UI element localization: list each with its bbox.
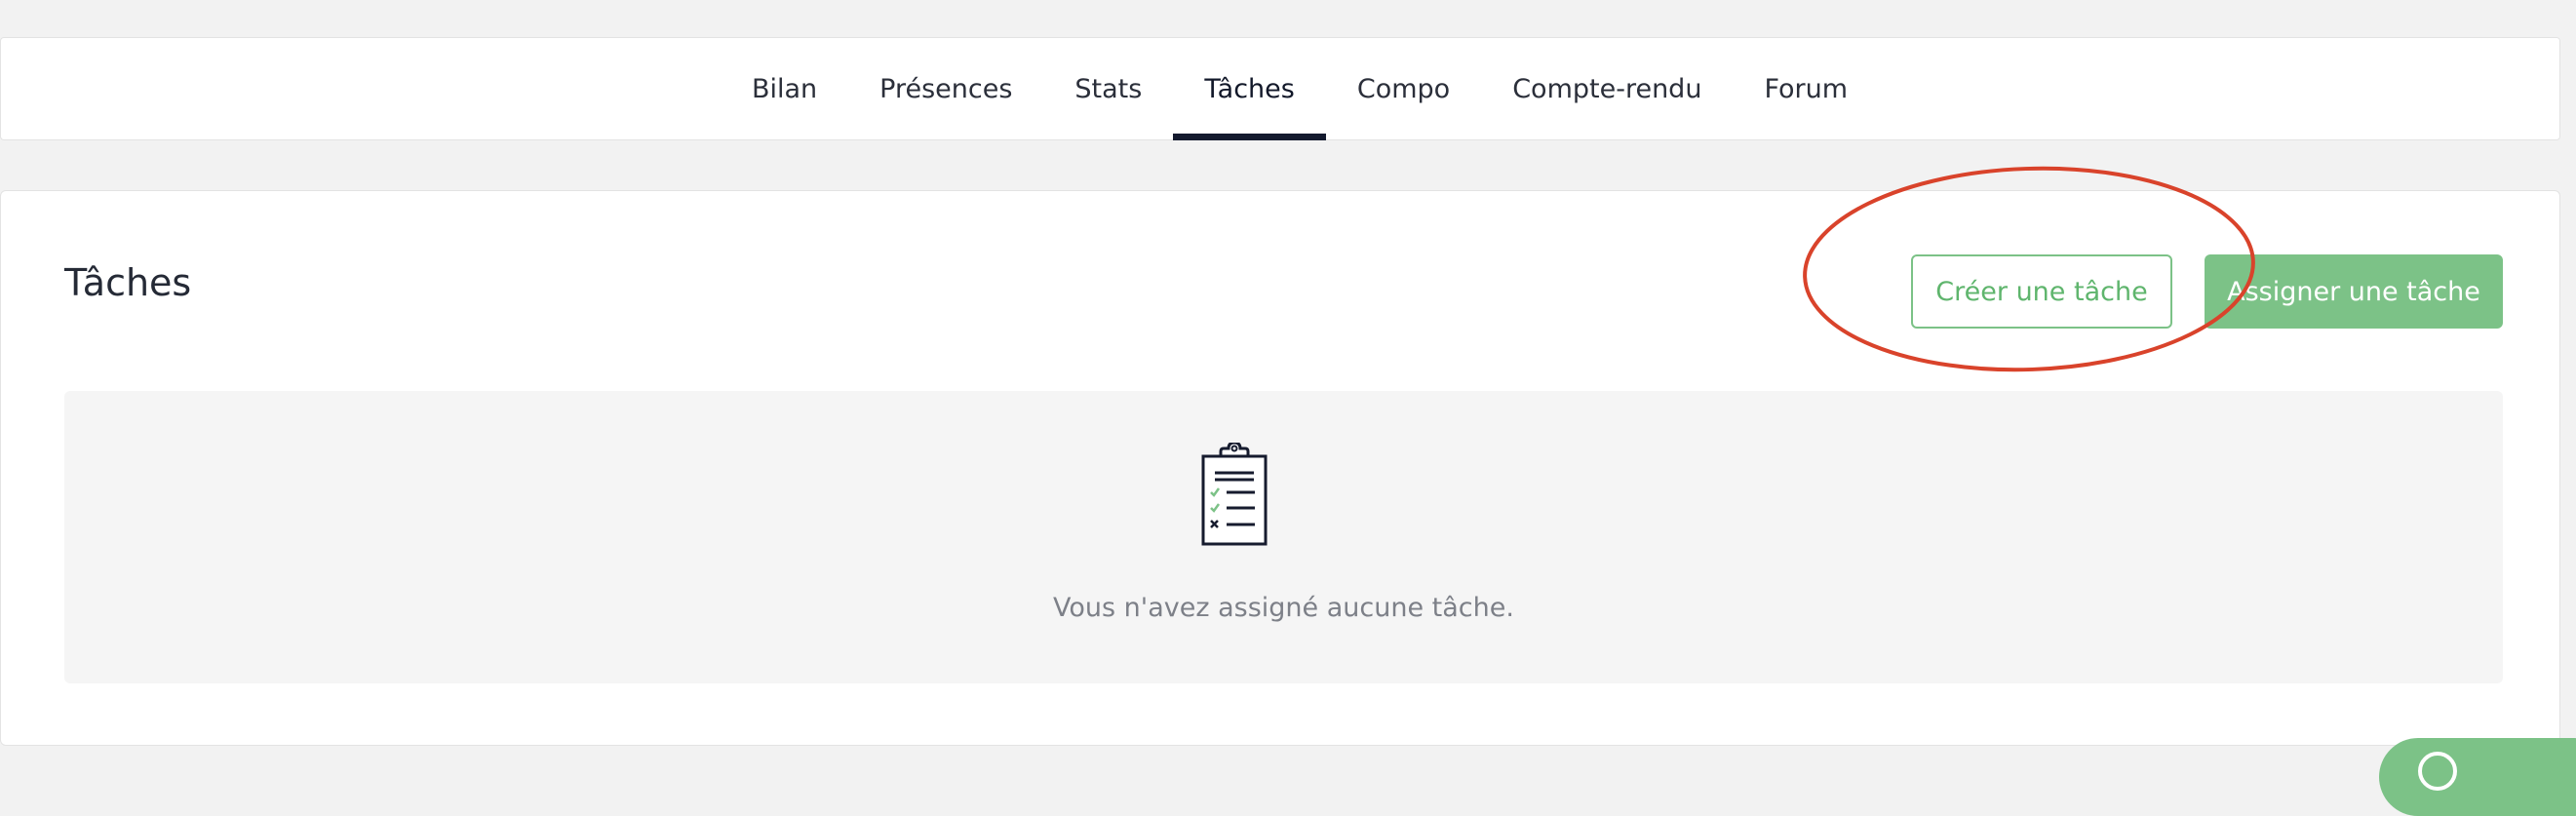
clipboard-checklist-icon [1201,443,1268,546]
tab-bilan[interactable]: Bilan [721,38,848,139]
tab-label: Stats [1074,73,1143,104]
page-title: Tâches [64,261,192,304]
tab-label: Compte-rendu [1512,73,1702,104]
tasks-card: Tâches Créer une tâche Assigner une tâch… [0,190,2560,746]
empty-state-panel [64,391,2503,683]
tab-compo[interactable]: Compo [1326,38,1481,139]
tab-stats[interactable]: Stats [1043,38,1173,139]
tab-forum[interactable]: Forum [1733,38,1879,139]
tab-label: Tâches [1204,73,1295,104]
nav-tabs: Bilan Présences Stats Tâches Compo Compt… [1,38,2576,140]
empty-state-message: Vous n'avez assigné aucune tâche. [1053,593,1514,623]
tab-label: Présences [879,73,1013,104]
tab-compte-rendu[interactable]: Compte-rendu [1481,38,1733,139]
tab-label: Forum [1764,73,1849,104]
tab-label: Compo [1356,73,1451,104]
tab-presences[interactable]: Présences [848,38,1043,139]
create-task-button[interactable]: Créer une tâche [1911,254,2172,329]
tab-taches[interactable]: Tâches [1173,38,1326,140]
top-navigation: Bilan Présences Stats Tâches Compo Compt… [0,37,2560,140]
chat-widget-button[interactable] [2379,738,2576,816]
tab-label: Bilan [751,73,818,104]
chat-icon [2418,752,2457,791]
assign-task-button[interactable]: Assigner une tâche [2205,254,2503,329]
